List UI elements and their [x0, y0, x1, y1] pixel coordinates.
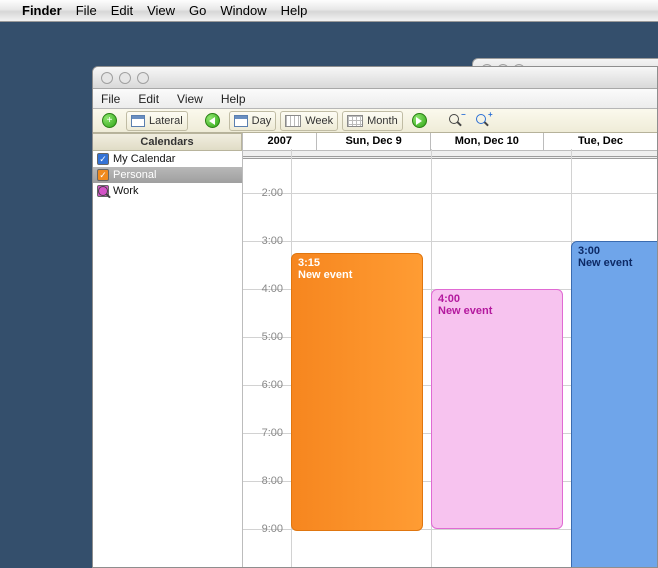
prev-arrow-icon	[205, 113, 220, 128]
year-label: 2007	[243, 133, 317, 150]
day-header-row: 2007 Sun, Dec 9 Mon, Dec 10 Tue, Dec	[243, 133, 657, 151]
sidebar-icon	[131, 115, 145, 127]
month-icon	[347, 115, 363, 127]
hour-label: 8:00	[243, 475, 287, 487]
magnifier-minus-icon	[449, 114, 462, 127]
lateral-button[interactable]: Lateral	[126, 111, 188, 131]
os-menu-view[interactable]: View	[147, 3, 175, 18]
zoom-icon[interactable]	[137, 72, 149, 84]
calendar-item-label: Work	[113, 185, 138, 197]
window-titlebar[interactable]	[93, 67, 657, 89]
calendar-item-personal[interactable]: Personal	[93, 167, 242, 183]
time-grid[interactable]: 2:00 3:00 4:00 5:00 6:00 7:00 8:00 9:00 …	[243, 159, 657, 568]
week-label: Week	[305, 115, 333, 127]
hour-label: 4:00	[243, 283, 287, 295]
app-menu-view[interactable]: View	[177, 92, 203, 106]
os-app-name[interactable]: Finder	[22, 3, 62, 18]
sidebar-header: Calendars	[93, 133, 242, 151]
day-label: Day	[252, 115, 272, 127]
event-title: New event	[578, 257, 658, 269]
app-menu-file[interactable]: File	[101, 92, 120, 106]
os-menu-file[interactable]: File	[76, 3, 97, 18]
week-icon	[285, 115, 301, 127]
calendar-window: File Edit View Help + Lateral Day Week M…	[92, 66, 658, 568]
app-menubar: File Edit View Help	[93, 89, 657, 109]
event-block[interactable]: 3:00 New event	[571, 241, 658, 568]
all-day-row[interactable]	[243, 151, 657, 159]
week-view-button[interactable]: Week	[280, 111, 338, 131]
minimize-icon[interactable]	[119, 72, 131, 84]
day-header[interactable]: Sun, Dec 9	[317, 133, 430, 150]
app-menu-edit[interactable]: Edit	[138, 92, 159, 106]
sidebar: Calendars My Calendar Personal Work	[93, 133, 243, 567]
os-menu-edit[interactable]: Edit	[111, 3, 133, 18]
hour-label: 2:00	[243, 187, 287, 199]
magnifier-plus-icon	[476, 114, 489, 127]
content-area: Calendars My Calendar Personal Work 2007…	[93, 133, 657, 567]
month-label: Month	[367, 115, 398, 127]
hour-label: 7:00	[243, 427, 287, 439]
zoom-in-button[interactable]: +	[471, 111, 494, 131]
plus-icon: +	[102, 113, 117, 128]
day-icon	[234, 115, 248, 127]
add-button[interactable]: +	[97, 111, 122, 131]
event-time: 4:00	[438, 293, 460, 305]
day-header[interactable]: Mon, Dec 10	[431, 133, 544, 150]
checkbox-icon[interactable]	[97, 153, 109, 165]
prev-button[interactable]	[200, 111, 225, 131]
day-view-button[interactable]: Day	[229, 111, 277, 131]
os-menu-go[interactable]: Go	[189, 3, 206, 18]
next-arrow-icon	[412, 113, 427, 128]
calendar-item-my-calendar[interactable]: My Calendar	[93, 151, 242, 167]
calendar-item-label: Personal	[113, 169, 156, 181]
event-title: New event	[438, 305, 556, 317]
os-menubar: Finder File Edit View Go Window Help	[0, 0, 658, 22]
event-time: 3:00	[578, 245, 600, 257]
day-header[interactable]: Tue, Dec	[544, 133, 657, 150]
month-view-button[interactable]: Month	[342, 111, 403, 131]
hour-label: 5:00	[243, 331, 287, 343]
hour-label: 3:00	[243, 235, 287, 247]
os-menu-help[interactable]: Help	[281, 3, 308, 18]
checkbox-icon[interactable]	[97, 185, 109, 197]
event-time: 3:15	[298, 257, 320, 269]
next-button[interactable]	[407, 111, 432, 131]
hour-label: 9:00	[243, 523, 287, 535]
zoom-out-button[interactable]: −	[444, 111, 467, 131]
event-block[interactable]: 4:00 New event	[431, 289, 563, 529]
toolbar: + Lateral Day Week Month − +	[93, 109, 657, 133]
app-menu-help[interactable]: Help	[221, 92, 246, 106]
week-view: 2007 Sun, Dec 9 Mon, Dec 10 Tue, Dec 2:0…	[243, 133, 657, 567]
lateral-label: Lateral	[149, 115, 183, 127]
calendar-item-work[interactable]: Work	[93, 183, 242, 199]
os-menu-window[interactable]: Window	[220, 3, 266, 18]
event-title: New event	[298, 269, 416, 281]
close-icon[interactable]	[101, 72, 113, 84]
calendar-item-label: My Calendar	[113, 153, 175, 165]
hour-label: 6:00	[243, 379, 287, 391]
event-block[interactable]: 3:15 New event	[291, 253, 423, 531]
checkbox-icon[interactable]	[97, 169, 109, 181]
